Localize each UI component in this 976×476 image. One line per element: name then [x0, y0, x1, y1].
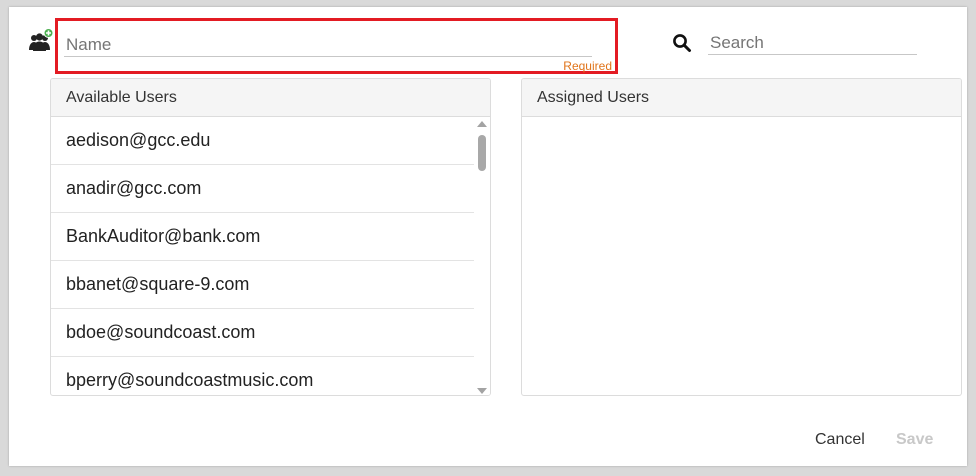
- user-list-item[interactable]: aedison@gcc.edu: [51, 117, 475, 165]
- scroll-down-arrow-icon[interactable]: [477, 388, 487, 394]
- user-list-item[interactable]: anadir@gcc.com: [51, 165, 475, 213]
- name-field-highlight: Required: [55, 18, 618, 74]
- available-users-header: Available Users: [51, 79, 490, 117]
- assigned-users-list[interactable]: [522, 117, 946, 395]
- assigned-users-panel: Assigned Users: [521, 78, 962, 396]
- user-list-item[interactable]: bperry@soundcoastmusic.com: [51, 357, 475, 395]
- group-dialog: Required Available Users aedison@gcc.edu…: [9, 7, 967, 466]
- assigned-users-header: Assigned Users: [522, 79, 961, 117]
- available-users-list[interactable]: aedison@gcc.edu anadir@gcc.com BankAudit…: [51, 117, 475, 395]
- cancel-button[interactable]: Cancel: [815, 431, 865, 449]
- save-button[interactable]: Save: [896, 431, 933, 449]
- user-list-item[interactable]: bdoe@soundcoast.com: [51, 309, 475, 357]
- name-input[interactable]: [64, 33, 592, 57]
- required-label: Required: [563, 59, 612, 73]
- scroll-up-arrow-icon[interactable]: [477, 121, 487, 127]
- user-list-item[interactable]: BankAuditor@bank.com: [51, 213, 475, 261]
- search-icon: [673, 34, 691, 52]
- search-input[interactable]: [708, 31, 917, 55]
- available-users-panel: Available Users aedison@gcc.edu anadir@g…: [50, 78, 491, 396]
- user-list-item[interactable]: bbanet@square-9.com: [51, 261, 475, 309]
- users-group-add-icon: [29, 28, 54, 51]
- scroll-thumb[interactable]: [478, 135, 486, 171]
- available-users-scrollbar[interactable]: [474, 117, 490, 395]
